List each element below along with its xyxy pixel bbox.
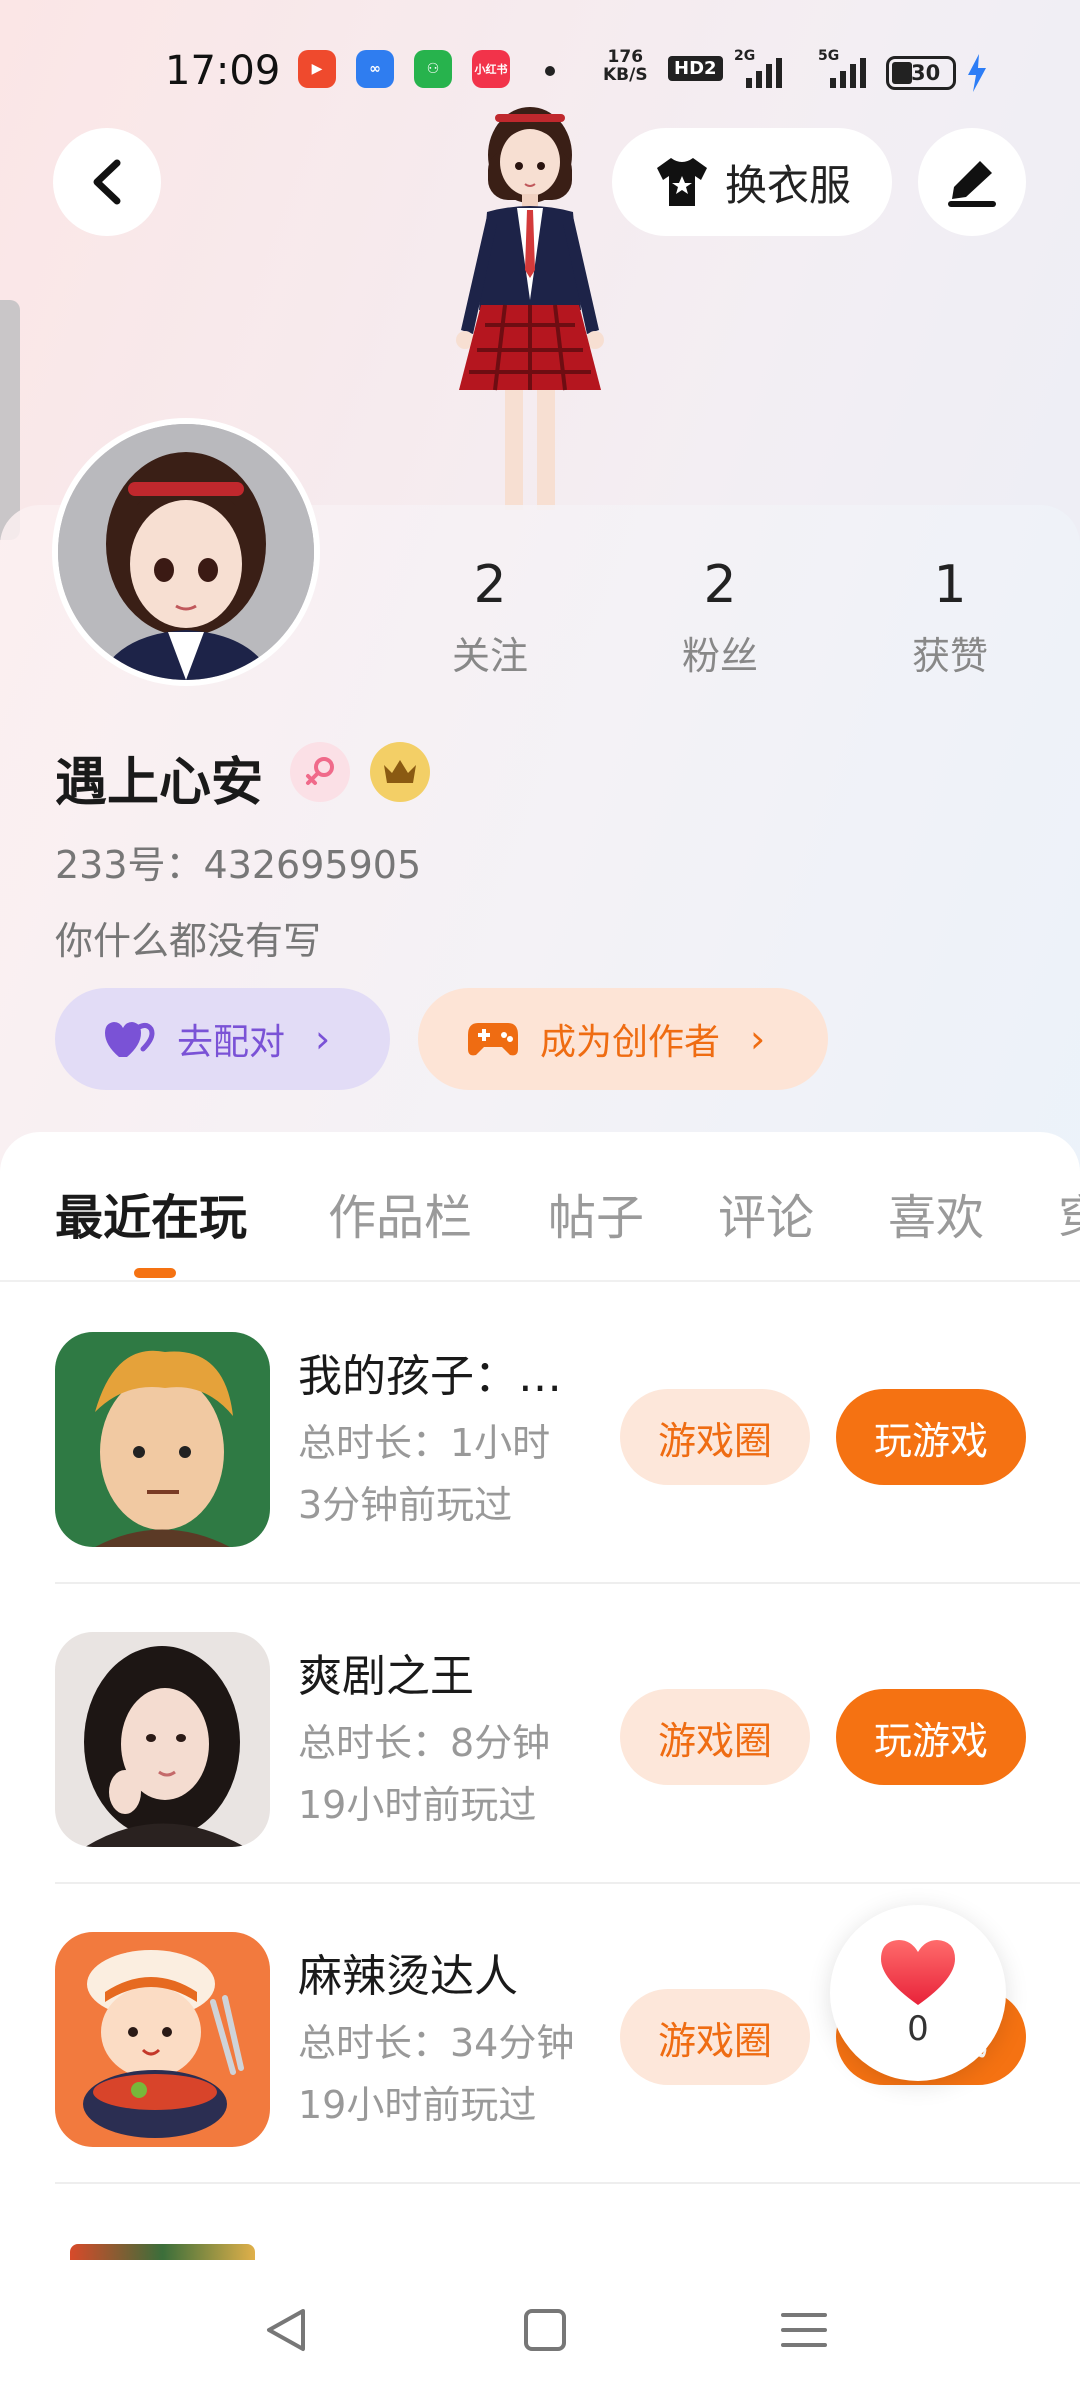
game-duration: 总时长：34分钟 [298,2021,575,2065]
battery-icon: 30 [886,56,956,90]
game-last-played: 19小时前玩过 [298,2083,537,2127]
gamepad-icon [468,1023,518,1056]
game-name: 爽剧之王 [298,1651,474,1702]
game-name: 我的孩子：… [298,1351,562,1402]
followers-label: 粉丝 [681,634,758,678]
xiaohongshu-icon: 小红书 [472,50,510,88]
triangle-back-icon [267,2309,305,2351]
game-row[interactable]: 我的孩子：… 总时长：1小时 3分钟前玩过 游戏圈 玩游戏 [0,1284,1080,1584]
likes-label: 获赞 [911,634,988,678]
signal-bars-icon [746,58,782,88]
tab-outfits[interactable]: 穿 [1058,1178,1080,1248]
likes-count: 1 [933,555,967,615]
like-count: 0 [907,2009,929,2049]
network-speed: 176 KB/S [603,47,648,85]
bio: 你什么都没有写 [55,919,322,963]
signal-bars-icon [830,58,866,88]
back-button[interactable] [53,128,161,236]
match-button[interactable]: 去配对 › [55,988,390,1090]
become-creator-button[interactable]: 成为创作者 › [418,988,828,1090]
match-button-label: 去配对 [177,1022,286,1063]
nav-back-button[interactable] [256,2300,316,2360]
edit-profile-button[interactable] [918,128,1026,236]
play-game-button[interactable]: 玩游戏 [836,1389,1026,1485]
avatar[interactable] [52,418,320,686]
double-heart-icon [105,1022,155,1057]
pencil-icon [948,161,996,207]
game-icon[interactable] [55,1932,270,2147]
game-circle-button[interactable]: 游戏圈 [620,1989,810,2085]
tab-comments[interactable]: 评论 [718,1178,814,1248]
followers-stat[interactable]: 2 粉丝 [640,555,800,680]
game-icon[interactable] [55,1332,270,1547]
status-time: 17:09 [165,48,281,94]
change-outfit-button[interactable]: 换衣服 [612,128,892,236]
tshirt-icon [656,158,707,206]
nav-home-button[interactable] [515,2300,575,2360]
game-circle-button[interactable]: 游戏圈 [620,1389,810,1485]
following-label: 关注 [451,634,528,678]
game-circle-button[interactable]: 游戏圈 [620,1689,810,1785]
game-last-played: 3分钟前玩过 [298,1483,513,1527]
female-gender-icon [290,742,350,802]
game-icon[interactable] [55,1632,270,1847]
video-app-icon: ▶ [298,50,336,88]
become-creator-label: 成为创作者 [540,1022,721,1063]
following-stat[interactable]: 2 关注 [410,555,570,680]
charging-bolt-icon [968,54,986,92]
game-name: 麻辣烫达人 [298,1951,518,2002]
following-count: 2 [473,555,507,615]
tab-indicator [134,1268,176,1278]
content-panel: 最近在玩 作品栏 帖子 评论 喜欢 穿 我的孩子：… 总时长：1小时 3分钟前玩… [0,1132,1080,2400]
crown-icon [370,742,430,802]
game-row[interactable]: 爽剧之王 总时长：8分钟 19小时前玩过 游戏圈 玩游戏 [0,1584,1080,1884]
system-nav-bar [0,2260,1080,2400]
like-floating-button[interactable]: 0 [830,1905,1006,2081]
status-bar: 17:09 ▶ ∞ ⚇ 小红书 176 KB/S HD2 2G 5G 30 [0,40,1080,104]
notification-dot-icon [545,66,555,76]
side-drawer-handle[interactable] [0,300,20,540]
user-id: 233号：432695905 [55,843,422,887]
tab-bar: 最近在玩 作品栏 帖子 评论 喜欢 穿 [0,1132,1080,1282]
play-game-button[interactable]: 玩游戏 [836,1689,1026,1785]
square-home-icon [524,2309,566,2351]
tab-likes[interactable]: 喜欢 [888,1178,984,1248]
game-duration: 总时长：1小时 [298,1421,551,1465]
hd-indicator: HD2 [668,56,723,81]
green-app-icon: ⚇ [414,50,452,88]
tab-works[interactable]: 作品栏 [328,1178,472,1248]
change-outfit-label: 换衣服 [724,160,851,210]
chevron-left-icon [93,159,121,205]
tab-recently-played[interactable]: 最近在玩 [55,1178,247,1248]
divider [55,2182,1080,2184]
game-last-played: 19小时前玩过 [298,1783,537,1827]
chevron-right-icon: › [750,1017,766,1061]
tab-posts[interactable]: 帖子 [548,1178,644,1248]
game-duration: 总时长：8分钟 [298,1721,551,1765]
chevron-right-icon: › [315,1017,331,1061]
infinity-app-icon: ∞ [356,50,394,88]
nav-menu-button[interactable] [774,2300,834,2360]
menu-lines-icon [781,2313,827,2347]
avatar-portrait [58,424,314,680]
heart-icon [881,1940,955,2005]
username: 遇上心安 [55,753,264,813]
likes-stat[interactable]: 1 获赞 [870,555,1030,680]
followers-count: 2 [703,555,737,615]
